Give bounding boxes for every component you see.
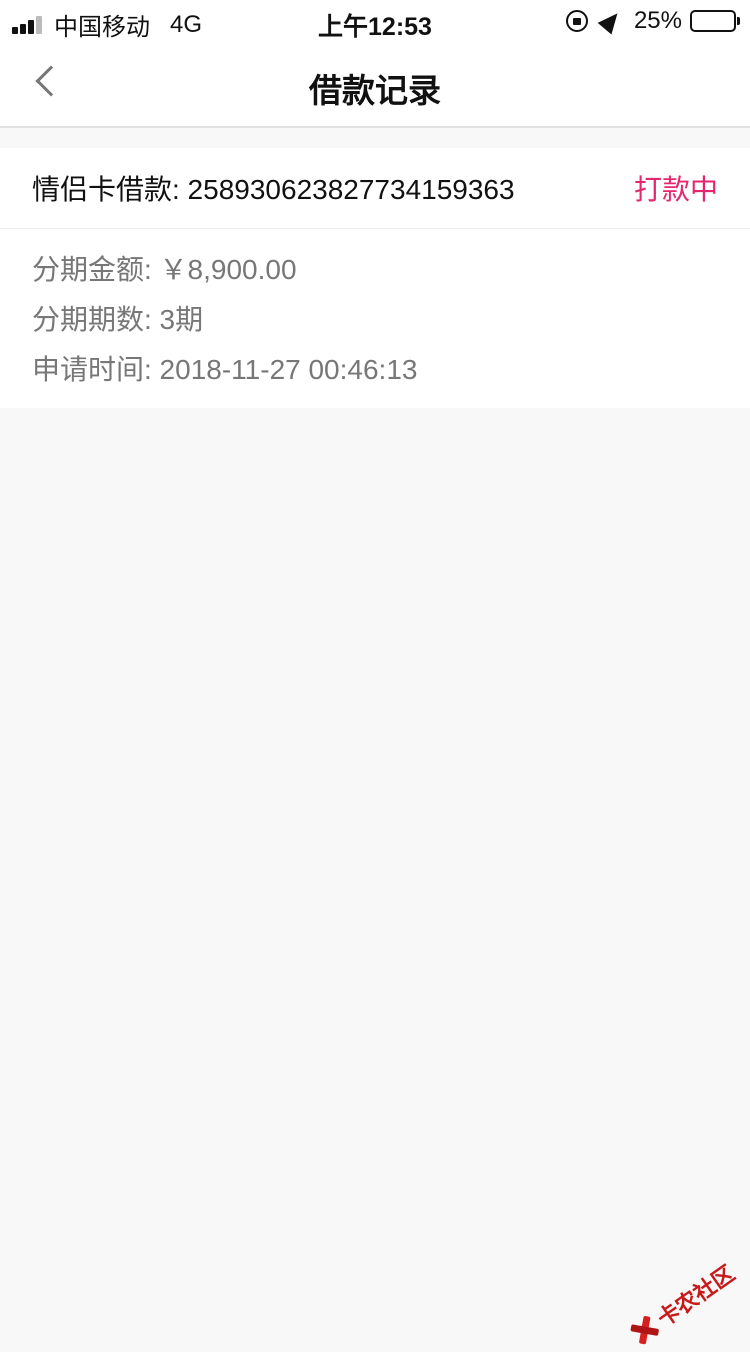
- record-header: 情侣卡借款: 258930623827734159363 打款中: [0, 148, 750, 229]
- rotation-lock-icon: [566, 10, 588, 32]
- watermark-text: 卡农社区: [650, 1256, 740, 1333]
- installment-amount: 分期金额: ￥8,900.00: [32, 251, 718, 301]
- record-details: 分期金额: ￥8,900.00 分期期数: 3期 申请时间: 2018-11-2…: [0, 229, 750, 401]
- installment-periods: 分期期数: 3期: [32, 301, 718, 351]
- watermark: 卡农社区: [624, 1256, 741, 1351]
- loan-record-card[interactable]: 情侣卡借款: 258930623827734159363 打款中 分期金额: ￥…: [0, 148, 750, 408]
- page-title: 借款记录: [0, 64, 750, 112]
- status-right: 25%: [566, 7, 736, 35]
- loan-id: 情侣卡借款: 258930623827734159363: [32, 168, 515, 208]
- status-bar: 中国移动 4G 上午12:53 25%: [0, 0, 750, 40]
- status-badge: 打款中: [634, 168, 718, 208]
- battery-icon: [690, 10, 736, 32]
- apply-time: 申请时间: 2018-11-27 00:46:13: [32, 351, 718, 401]
- location-arrow-icon: [598, 8, 625, 35]
- battery-percent: 25%: [634, 7, 682, 35]
- navigation-bar: 借款记录: [0, 40, 750, 128]
